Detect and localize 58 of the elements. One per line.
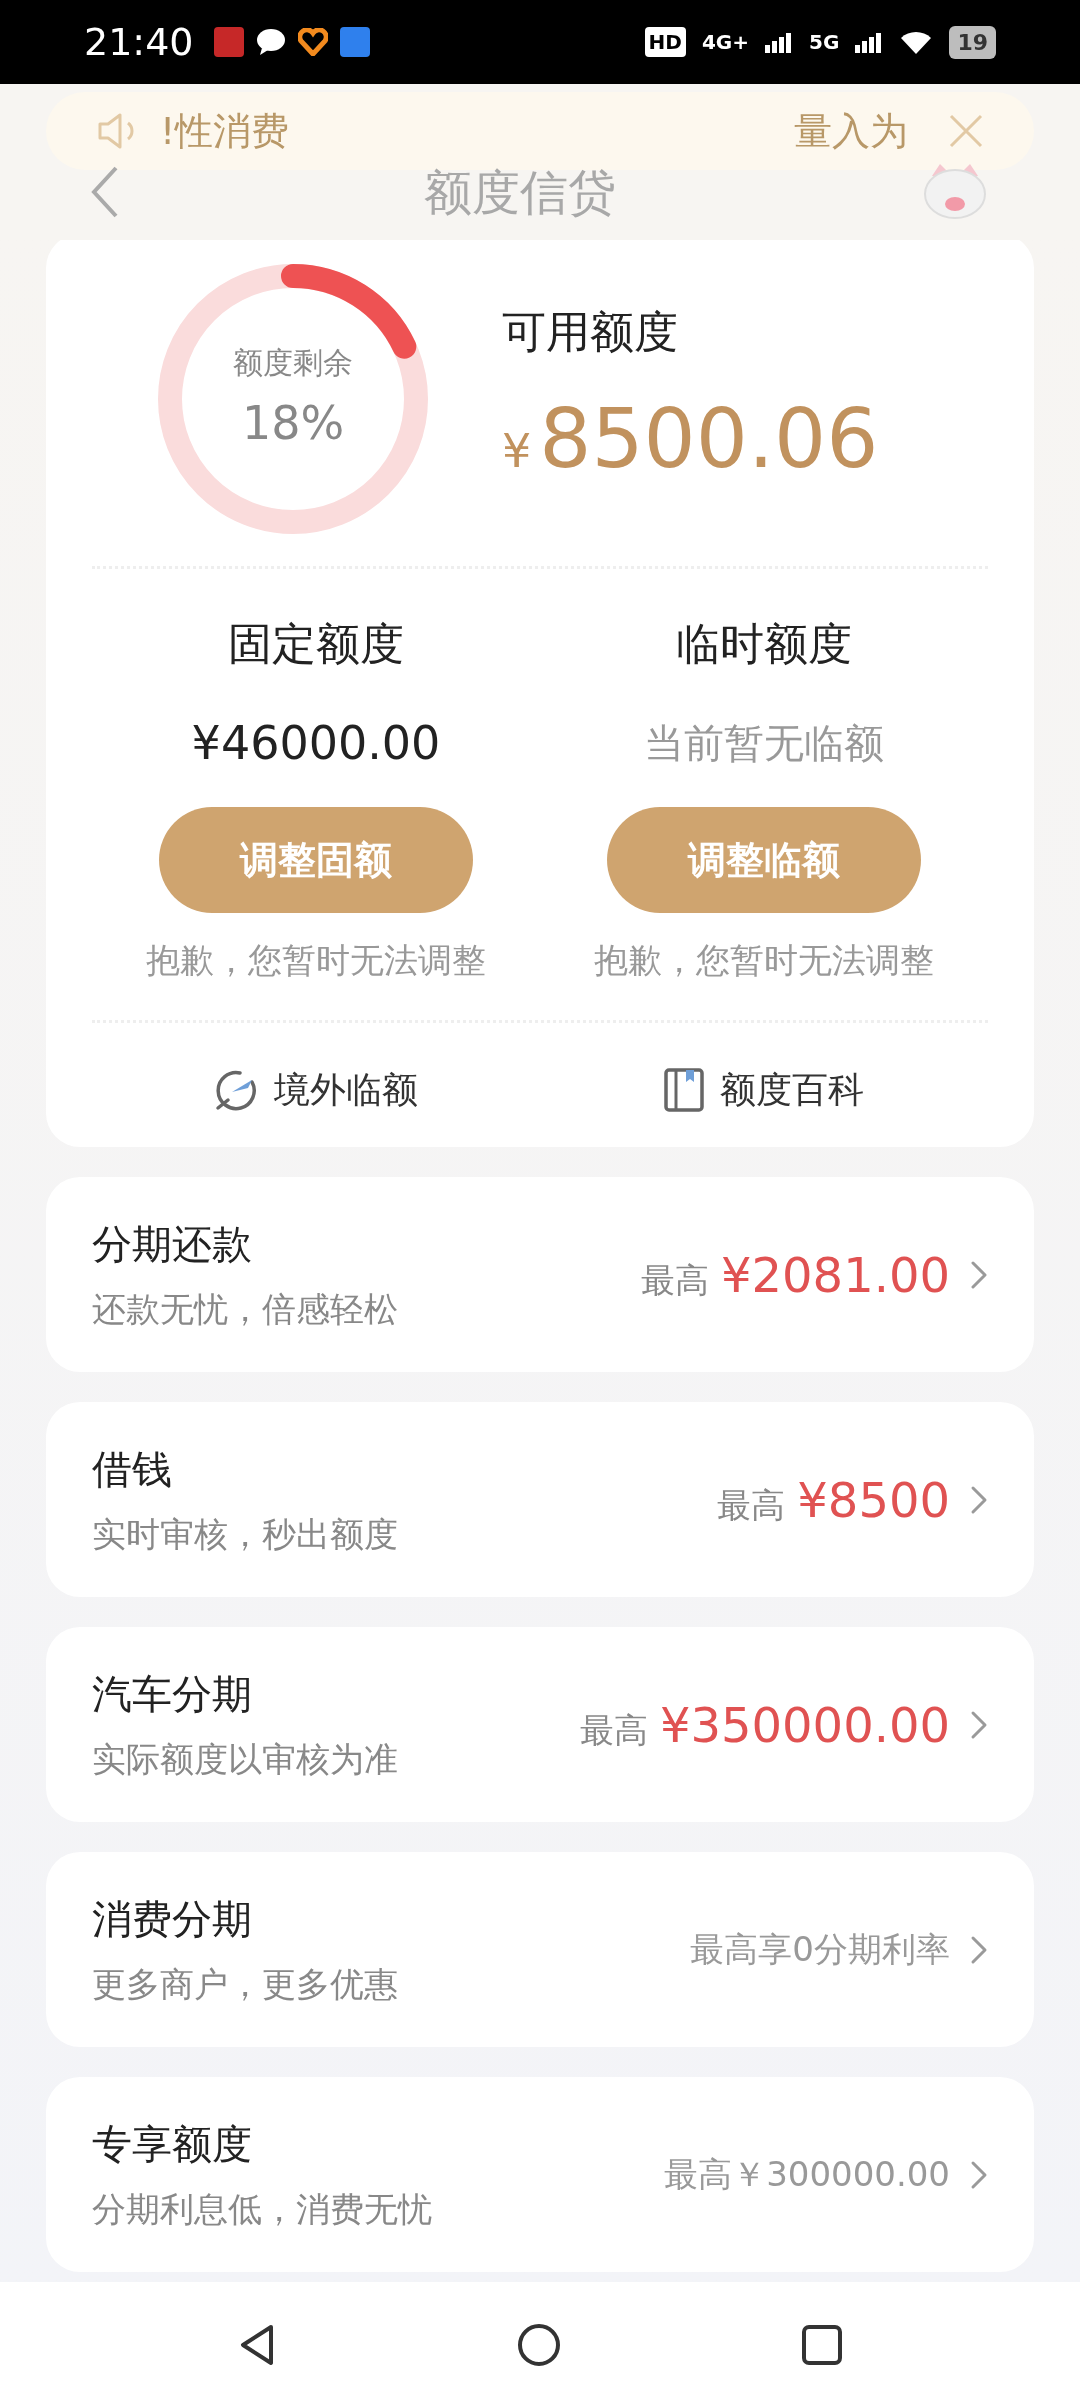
currency-sign: ¥ (502, 422, 532, 480)
ring-label: 额度剩余 (233, 344, 353, 382)
available-label: 可用额度 (502, 304, 679, 359)
page-title: 额度信贷 (424, 163, 616, 222)
notice-text: !性消费 (160, 107, 290, 155)
chevron-right-icon (970, 1709, 988, 1740)
product-subtitle: 实际额度以审核为准 (92, 1738, 398, 1781)
battery-icon: 19 (949, 25, 996, 59)
plane-globe-icon (214, 1068, 258, 1112)
adjust-note: 抱歉，您暂时无法调整 (594, 939, 934, 982)
hd-indicator: HD (644, 27, 686, 57)
shortcut-link[interactable]: 境外临额 (274, 1063, 418, 1117)
chevron-right-icon (970, 2159, 988, 2190)
network-label: 4G+ (701, 29, 750, 56)
product-subtitle: 还款无忧，倍感轻松 (92, 1288, 398, 1331)
product-card[interactable]: 分期还款 还款无忧，倍感轻松 最高 ¥2081.00 (46, 1177, 1034, 1372)
recents-nav-icon[interactable] (801, 2324, 843, 2366)
heart-icon (297, 28, 328, 56)
product-card[interactable]: 借钱 实时审核，秒出额度 最高 ¥8500 (46, 1402, 1034, 1597)
book-icon (664, 1068, 704, 1112)
home-nav-icon[interactable] (517, 2323, 561, 2367)
signal-icon (765, 31, 794, 53)
limit-prefix: 最高 (579, 1708, 648, 1752)
chat-bubble-icon (255, 28, 286, 56)
limit-prefix: 最高 (717, 1483, 786, 1527)
wifi-icon (899, 29, 934, 55)
limit-value: 当前暂无临额 (644, 719, 884, 768)
limit-prefix: 最高 (640, 1258, 709, 1302)
product-subtitle: 更多商户，更多优惠 (92, 1963, 398, 2006)
adjust-note: 抱歉，您暂时无法调整 (146, 939, 486, 982)
product-card[interactable]: 汽车分期 实际额度以审核为准 最高 ¥350000.00 (46, 1627, 1034, 1822)
limit-value: ¥46000.00 (191, 715, 441, 772)
ring-percent: 18% (241, 395, 345, 452)
signal-icon (855, 31, 884, 53)
product-card[interactable]: 消费分期 更多商户，更多优惠 最高享0分期利率 (46, 1852, 1034, 2047)
limit-info: 最高享0分期利率 (690, 1928, 950, 1971)
limit-title: 固定额度 (228, 617, 404, 671)
product-title: 分期还款 (92, 1220, 253, 1269)
limit-amount: ¥2081.00 (720, 1245, 950, 1305)
product-title: 汽车分期 (92, 1670, 253, 1719)
product-subtitle: 分期利息低，消费无忧 (92, 2188, 432, 2231)
available-amount: 8500.06 (539, 389, 879, 488)
limit-info: 最高￥300000.00 (664, 2153, 950, 2196)
chevron-right-icon (970, 1259, 988, 1290)
product-title: 消费分期 (92, 1895, 253, 1944)
clock: 21:40 (84, 18, 194, 66)
product-subtitle: 实时审核，秒出额度 (92, 1513, 398, 1556)
chevron-right-icon (970, 1484, 988, 1515)
limit-amount: ¥8500 (797, 1470, 950, 1530)
product-title: 借钱 (92, 1445, 173, 1494)
product-card[interactable]: 专享额度 分期利息低，消费无忧 最高￥300000.00 (46, 2077, 1034, 2272)
network-label: 5G (809, 29, 840, 56)
limit-title: 临时额度 (676, 617, 852, 671)
product-title: 专享额度 (92, 2120, 253, 2169)
notice-text: 量入为 (794, 107, 908, 155)
shortcut-link[interactable]: 额度百科 (720, 1063, 864, 1117)
limit-amount: ¥350000.00 (659, 1695, 950, 1755)
chevron-right-icon (970, 1934, 988, 1965)
